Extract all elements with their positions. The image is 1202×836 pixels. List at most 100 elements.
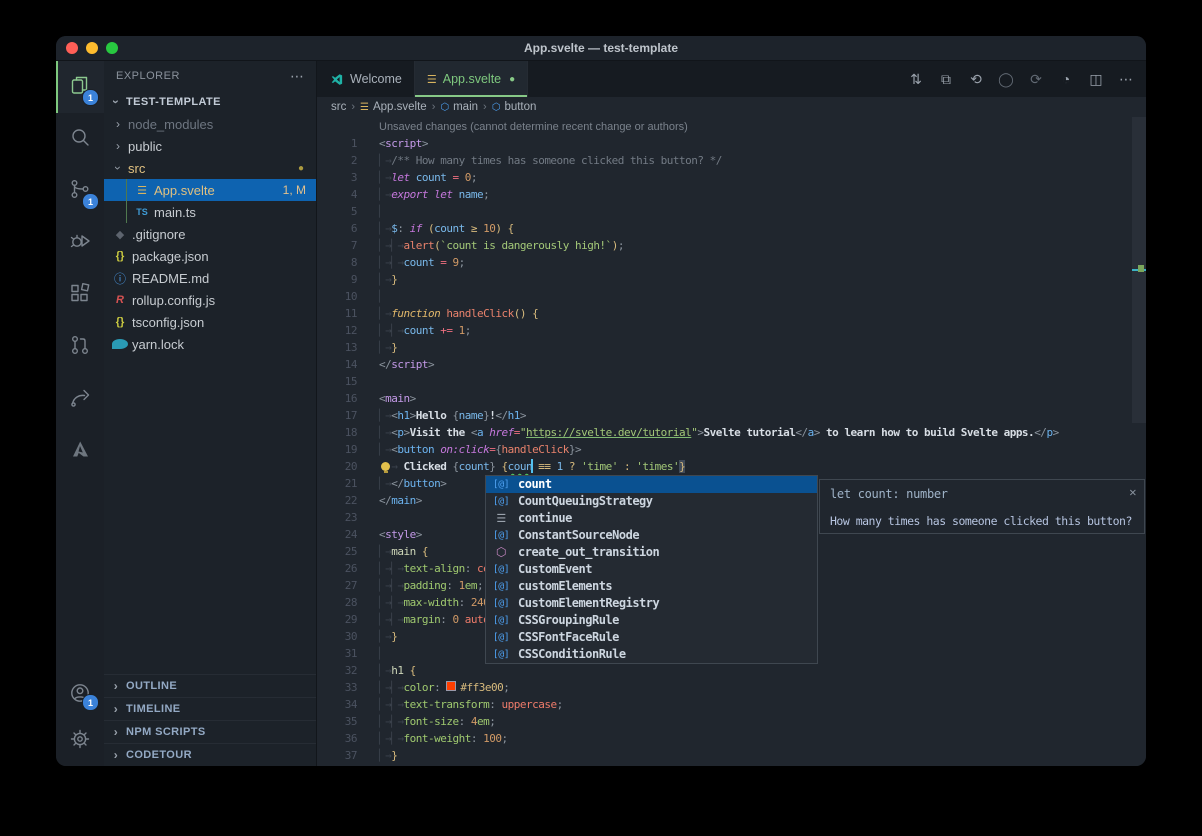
code-line-33[interactable]: 33▏→▏→color: #ff3e00; <box>317 679 1146 696</box>
code-line-18[interactable]: 18▏→<p>Visit the <a href="https://svelte… <box>317 424 1146 441</box>
file-item-README.md[interactable]: ⓘREADME.md <box>104 267 316 289</box>
section-codetour[interactable]: › CODETOUR <box>104 743 316 766</box>
file-item-tsconfig.json[interactable]: {}tsconfig.json <box>104 311 316 333</box>
code-line-10[interactable]: 10▏ <box>317 288 1146 305</box>
line-number: 3 <box>317 169 357 186</box>
code-line-6[interactable]: 6▏→$: if (count ≥ 10) { <box>317 220 1146 237</box>
activity-item-account[interactable]: 1 <box>56 672 104 718</box>
line-number: 4 <box>317 186 357 203</box>
more-actions-icon[interactable]: ⋯ <box>1114 67 1138 91</box>
code-line-2[interactable]: 2▏→/** How many times has someone clicke… <box>317 152 1146 169</box>
code-line-36[interactable]: 36▏→▏→font-weight: 100; <box>317 730 1146 747</box>
suggest-item-CSSConditionRule[interactable]: [@]CSSConditionRule <box>486 646 817 663</box>
file-item-rollup.config.js[interactable]: Rrollup.config.js <box>104 289 316 311</box>
file-item-App.svelte[interactable]: ☰App.svelte1, M <box>104 179 316 201</box>
overview-modified-marker <box>1138 265 1144 272</box>
code-line-7[interactable]: 7▏→▏→alert(`count is dangerously high!`)… <box>317 237 1146 254</box>
file-item-.gitignore[interactable]: ◆.gitignore <box>104 223 316 245</box>
split-editor-icon[interactable]: ◫ <box>1084 67 1108 91</box>
activity-item-live-share[interactable] <box>56 373 104 425</box>
tab-label: Welcome <box>350 72 402 86</box>
suggest-label: create_out_transition <box>518 544 659 561</box>
gitlens-compare-icon[interactable]: ⇅ <box>904 67 928 91</box>
activity-item-run-debug[interactable] <box>56 217 104 269</box>
svelte-file-icon: ☰ <box>360 102 369 113</box>
section-label: CODETOUR <box>126 749 192 761</box>
file-item-public[interactable]: ›public <box>104 135 316 157</box>
file-label: App.svelte <box>154 183 215 198</box>
code-line-17[interactable]: 17▏→<h1>Hello {name}!</h1> <box>317 407 1146 424</box>
chevron-right-icon: › <box>110 748 122 762</box>
previous-change-icon[interactable]: ⟲ <box>964 67 988 91</box>
code-line-16[interactable]: 16<main> <box>317 390 1146 407</box>
suggest-item-customElements[interactable]: [@]customElements <box>486 578 817 595</box>
git-status-badge: 1, M <box>283 183 306 197</box>
activity-item-settings[interactable] <box>56 718 104 764</box>
file-item-package.json[interactable]: {}package.json <box>104 245 316 267</box>
workspace-root[interactable]: › TEST-TEMPLATE <box>104 91 316 113</box>
code-line-35[interactable]: 35▏→▏→font-size: 4em; <box>317 713 1146 730</box>
code-line-4[interactable]: 4▏→export let name; <box>317 186 1146 203</box>
code-line-5[interactable]: 5▏ <box>317 203 1146 220</box>
activity-item-github-pr[interactable] <box>56 321 104 373</box>
code-line-34[interactable]: 34▏→▏→text-transform: uppercase; <box>317 696 1146 713</box>
code-line-32[interactable]: 32▏→h1 { <box>317 662 1146 679</box>
code-line-12[interactable]: 12▏→▏→count += 1; <box>317 322 1146 339</box>
suggest-item-create_out_transition[interactable]: ⬡create_out_transition <box>486 544 817 561</box>
close-icon[interactable]: ✕ <box>1129 484 1136 501</box>
code-line-19[interactable]: 19▏→<button on:click={handleClick}> <box>317 441 1146 458</box>
file-history-icon[interactable]: ◔ <box>1054 67 1078 91</box>
symbol-icon: ⬡ <box>492 102 501 113</box>
code-editor[interactable]: Unsaved changes (cannot determine recent… <box>317 117 1146 766</box>
breadcrumb-item-src[interactable]: src <box>331 101 346 113</box>
open-changes-icon[interactable]: ⧉ <box>934 67 958 91</box>
suggest-item-CustomEvent[interactable]: [@]CustomEvent <box>486 561 817 578</box>
code-line-9[interactable]: 9▏→} <box>317 271 1146 288</box>
activity-item-extensions[interactable] <box>56 269 104 321</box>
tab-app-svelte[interactable]: ☰App.svelte● <box>415 61 528 97</box>
suggest-item-CSSGroupingRule[interactable]: [@]CSSGroupingRule <box>486 612 817 629</box>
activity-item-azure[interactable] <box>56 425 104 477</box>
section-timeline[interactable]: ›TIMELINE <box>104 697 316 720</box>
file-item-main.ts[interactable]: TSmain.ts <box>104 201 316 223</box>
code-line-37[interactable]: 37▏→} <box>317 747 1146 764</box>
activity-item-source-control[interactable]: 1 <box>56 165 104 217</box>
more-actions-icon[interactable]: ⋯ <box>290 68 304 85</box>
suggest-item-CustomElementRegistry[interactable]: [@]CustomElementRegistry <box>486 595 817 612</box>
activity-item-explorer[interactable]: 1 <box>56 61 104 113</box>
section-outline[interactable]: ›OUTLINE <box>104 674 316 697</box>
suggest-item-count[interactable]: [@]count <box>486 476 817 493</box>
code-line-14[interactable]: 14</script> <box>317 356 1146 373</box>
section-npm-scripts[interactable]: ›NPM SCRIPTS <box>104 720 316 743</box>
code-line-20[interactable]: 20 → Clicked {count} {coun ≡≡ 1 ? 'time'… <box>317 458 1146 475</box>
line-number: 17 <box>317 407 357 424</box>
code-line-8[interactable]: 8▏→▏→count = 9; <box>317 254 1146 271</box>
breadcrumb-item-button[interactable]: ⬡button <box>492 101 537 113</box>
file-label: src <box>128 161 145 176</box>
code-line-3[interactable]: 3▏→let count = 0; <box>317 169 1146 186</box>
next-change-icon[interactable]: ⟳ <box>1024 67 1048 91</box>
code-line-13[interactable]: 13▏→} <box>317 339 1146 356</box>
file-item-src[interactable]: ›src● <box>104 157 316 179</box>
suggest-item-CSSFontFaceRule[interactable]: [@]CSSFontFaceRule <box>486 629 817 646</box>
suggest-item-CountQueuingStrategy[interactable]: [@]CountQueuingStrategy <box>486 493 817 510</box>
current-change-icon[interactable]: ◯ <box>994 67 1018 91</box>
breadcrumb-item-main[interactable]: ⬡main <box>440 101 478 113</box>
line-number: 21 <box>317 475 357 492</box>
svelte-file-icon: ☰ <box>427 73 437 86</box>
tab-dirty-indicator[interactable]: ● <box>509 74 515 85</box>
code-line-15[interactable]: 15 <box>317 373 1146 390</box>
tab-welcome[interactable]: Welcome <box>317 61 415 97</box>
activity-item-search[interactable] <box>56 113 104 165</box>
breadcrumb-label: button <box>504 101 536 113</box>
suggest-label: CustomEvent <box>518 561 592 578</box>
suggest-item-ConstantSourceNode[interactable]: [@]ConstantSourceNode <box>486 527 817 544</box>
breadcrumb-item-app-svelte[interactable]: ☰App.svelte <box>360 101 427 113</box>
file-item-node_modules[interactable]: ›node_modules <box>104 113 316 135</box>
line-number: 1 <box>317 135 357 152</box>
suggest-item-continue[interactable]: ☰continue <box>486 510 817 527</box>
lightbulb-icon[interactable] <box>381 462 390 471</box>
code-line-11[interactable]: 11▏→function handleClick() { <box>317 305 1146 322</box>
file-item-yarn.lock[interactable]: yarn.lock <box>104 333 316 355</box>
code-line-1[interactable]: 1<script> <box>317 135 1146 152</box>
